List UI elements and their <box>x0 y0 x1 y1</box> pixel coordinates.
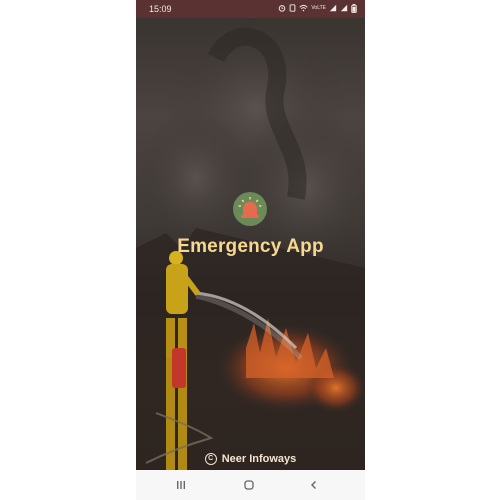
home-icon[interactable] <box>242 478 256 492</box>
credit-line: C Neer Infoways <box>136 453 365 466</box>
volte-label: VoLTE <box>311 5 326 11</box>
credit-text: Neer Infoways <box>221 453 297 465</box>
status-bar: 15:09 VoLTE <box>136 0 365 18</box>
app-logo <box>233 192 267 226</box>
battery-icon <box>351 3 357 13</box>
phone-screen: 15:09 VoLTE Emergency App C Neer Infoway… <box>136 0 365 500</box>
recent-apps-icon[interactable] <box>174 478 188 492</box>
navigation-bar <box>136 470 365 500</box>
back-icon[interactable] <box>307 478 321 492</box>
status-time: 15:09 <box>149 4 172 14</box>
copyright-icon: C <box>204 453 217 466</box>
app-title: Emergency App <box>177 236 324 257</box>
wifi-icon <box>299 4 308 12</box>
alarm-icon <box>279 5 286 12</box>
notification-icon <box>289 4 296 12</box>
status-icons: VoLTE <box>278 3 357 13</box>
siren-icon <box>233 192 267 226</box>
signal-icon <box>340 4 348 12</box>
signal-icon <box>329 4 337 12</box>
